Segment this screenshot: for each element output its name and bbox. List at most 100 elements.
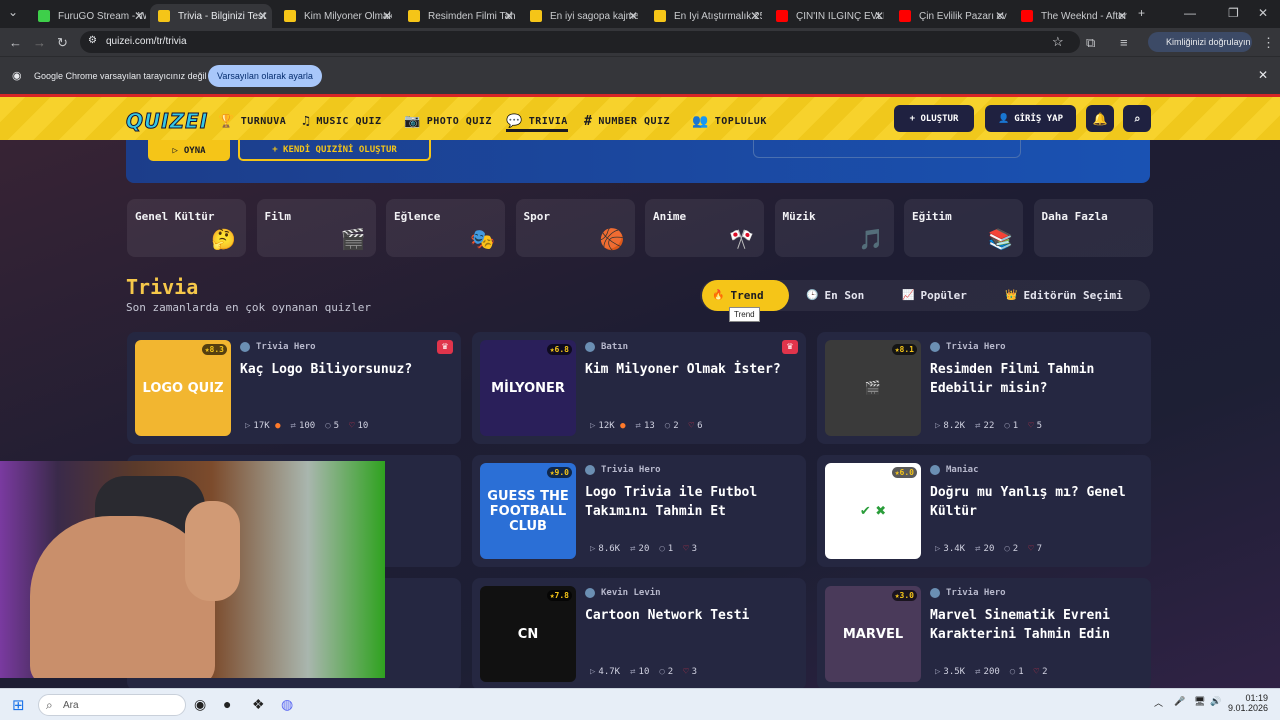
quiz-title[interactable]: Logo Trivia ile Futbol Takımını Tahmin E…	[585, 483, 795, 521]
quiz-author[interactable]: Trivia Hero	[585, 465, 661, 475]
notifications-bell-icon[interactable]: 🔔	[1086, 105, 1114, 132]
browser-tab[interactable]: En İyi Atıştırmalık 25 ✕	[646, 4, 764, 28]
quiz-title[interactable]: Kim Milyoner Olmak İster?	[585, 360, 795, 379]
reading-list-icon[interactable]: ≡	[1120, 35, 1128, 50]
thumbnail-text: MARVEL	[842, 626, 904, 642]
close-window-button[interactable]: ✕	[1258, 6, 1268, 20]
category-card[interactable]: Eğitim 📚	[904, 199, 1023, 257]
quiz-author[interactable]: Maniac	[930, 465, 979, 475]
profile-button[interactable]: Kimliğinizi doğrulayın	[1148, 32, 1252, 52]
create-button[interactable]: + OLUŞTUR	[894, 105, 974, 132]
quiz-author[interactable]: Batın	[585, 342, 628, 352]
category-card[interactable]: Film 🎬	[256, 199, 376, 257]
nav-item-number-quiz[interactable]: # NUMBER QUIZ	[584, 114, 670, 129]
new-tab-button[interactable]: +	[1138, 6, 1145, 20]
filter-popüler[interactable]: 📈 Popüler	[902, 280, 967, 311]
browser-tab[interactable]: The Weeknd - After I ✕	[1013, 4, 1131, 28]
tab-close-icon[interactable]: ✕	[504, 9, 514, 23]
nav-item-photo-quiz[interactable]: 📷 PHOTO QUIZ	[404, 114, 492, 129]
browser-tab[interactable]: Resimden Filmi Tahm ✕	[400, 4, 518, 28]
quiz-title[interactable]: Doğru mu Yanlış mı? Genel Kültür	[930, 483, 1140, 521]
browser-menu-icon[interactable]: ⋮	[1262, 35, 1275, 51]
likes-value: 6	[697, 421, 703, 431]
login-button[interactable]: 👤 GİRİŞ YAP	[985, 105, 1076, 132]
tab-close-icon[interactable]: ✕	[995, 9, 1005, 23]
windows-start-icon[interactable]: ⊞	[12, 696, 25, 714]
quiz-card[interactable]: 🎬 ★8.1 Trivia Hero Resimden Filmi Tahmin Ed…	[817, 332, 1151, 444]
extensions-icon[interactable]: ⧉	[1086, 35, 1095, 51]
filter-en-son[interactable]: 🕒 En Son	[806, 280, 864, 311]
filter-editörün-seçimi[interactable]: 👑 Editörün Seçimi	[1005, 280, 1123, 311]
tray-chevron-icon[interactable]: ︿	[1154, 696, 1163, 709]
browser-tab[interactable]: Trivia - Bilginizi Test E ✕	[150, 4, 272, 28]
author-name: Maniac	[946, 465, 979, 475]
tab-close-icon[interactable]: ✕	[874, 9, 884, 23]
hero-search-box[interactable]	[753, 140, 1021, 158]
nav-item-trivia[interactable]: 💬 TRIVIA	[506, 114, 568, 132]
quiz-title[interactable]: Marvel Sinematik Evreni Karakterini Tahm…	[930, 606, 1140, 644]
play-button[interactable]: ▷ OYNA	[148, 140, 230, 161]
tab-favicon-icon	[899, 10, 911, 22]
quiz-card[interactable]: CN ★7.8 Kevin Levin Cartoon Network Testi ▷ 4…	[472, 578, 806, 688]
bookmark-star-icon[interactable]: ☆	[1052, 34, 1064, 50]
microphone-icon[interactable]: 🎤	[1174, 696, 1185, 707]
tab-close-icon[interactable]: ✕	[382, 9, 392, 23]
discord-taskbar-icon[interactable]: ◍	[281, 696, 293, 713]
tab-close-icon[interactable]: ✕	[750, 9, 760, 23]
quiz-card[interactable]: LOGO QUIZ ★8.3 Trivia Hero Kaç Logo Biliyor…	[127, 332, 461, 444]
tab-search-icon[interactable]: ⌄	[8, 5, 18, 19]
network-icon[interactable]: 🖥	[1194, 696, 1205, 707]
app-taskbar-icon[interactable]: ●	[223, 696, 231, 712]
browser-tab[interactable]: Çin Evlilik Pazarı cv | ✕	[891, 4, 1009, 28]
browser-tab[interactable]: En iyi sagopa kajmer ✕	[522, 4, 642, 28]
reload-icon[interactable]: ↻	[57, 35, 68, 51]
category-card[interactable]: Genel Kültür 🤔	[127, 199, 246, 257]
back-icon[interactable]: ←	[9, 35, 22, 50]
quiz-author[interactable]: Trivia Hero	[930, 588, 1006, 598]
site-info-icon[interactable]: ⚙	[88, 35, 97, 46]
tab-close-icon[interactable]: ✕	[628, 9, 638, 23]
volume-icon[interactable]: 🔊	[1210, 696, 1221, 707]
tab-close-icon[interactable]: ✕	[258, 9, 268, 23]
set-default-button[interactable]: Varsayılan olarak ayarla	[208, 65, 322, 87]
search-icon[interactable]: ⌕	[1123, 105, 1151, 132]
clock[interactable]: 01:19 9.01.2026	[1228, 693, 1268, 713]
chrome-taskbar-icon[interactable]: ◉	[194, 696, 206, 713]
thumbnail-text: 🎬	[864, 380, 882, 396]
create-quiz-button[interactable]: + KENDİ QUIZİNİ OLUŞTUR	[238, 140, 431, 161]
forward-icon[interactable]: →	[33, 35, 46, 50]
quiz-title[interactable]: Cartoon Network Testi	[585, 606, 795, 625]
browser-tab[interactable]: ÇİN'İN İLGİNÇ EVLİLİ✕	[768, 4, 888, 28]
quiz-title[interactable]: Kaç Logo Biliyorsunuz?	[240, 360, 450, 379]
category-card[interactable]: Müzik 🎵	[774, 199, 894, 257]
quiz-card[interactable]: MARVEL ★3.0 Trivia Hero Marvel Sinematik Ev…	[817, 578, 1151, 688]
maximize-button[interactable]: ❐	[1228, 6, 1239, 20]
nav-item-music-quiz[interactable]: ♫ MUSIC QUIZ	[302, 114, 382, 129]
quiz-author[interactable]: Kevin Levin	[585, 588, 661, 598]
tab-close-icon[interactable]: ✕	[134, 9, 144, 23]
tab-close-icon[interactable]: ✕	[1117, 9, 1127, 23]
quiz-card[interactable]: ✔ ✖ ★6.0 Maniac Doğru mu Yanlış mı? Genel K…	[817, 455, 1151, 567]
taskbar-search-input[interactable]: ⌕ Ara	[38, 694, 186, 716]
browser-tab[interactable]: Kim Milyoner Olmak ✕	[276, 4, 396, 28]
nav-item-topluluk[interactable]: 👥 TOPLULUK	[692, 114, 767, 129]
site-logo[interactable]: QUIZEI	[125, 109, 208, 134]
quiz-card[interactable]: GUESS THE FOOTBALL CLUB ★9.0 Trivia Hero Lo…	[472, 455, 806, 567]
category-card[interactable]: Spor 🏀	[515, 199, 635, 257]
category-card[interactable]: Anime 🎌	[645, 199, 764, 257]
quiz-thumbnail: MİLYONER ★6.8	[480, 340, 576, 436]
category-card[interactable]: Daha Fazla	[1033, 199, 1153, 257]
quiz-author[interactable]: Trivia Hero	[240, 342, 316, 352]
address-bar[interactable]: ⚙ quizei.com/tr/trivia ☆	[80, 31, 1080, 53]
infobar-close-icon[interactable]: ✕	[1258, 68, 1268, 82]
quiz-title[interactable]: Resimden Filmi Tahmin Edebilir misin?	[930, 360, 1140, 398]
quiz-author[interactable]: Trivia Hero	[930, 342, 1006, 352]
browser-taskbar-icon[interactable]: ❖	[252, 696, 265, 713]
browser-tab[interactable]: FuruGO Stream - Wa ✕	[30, 4, 148, 28]
questions-stat: ⇄ 20	[630, 544, 649, 554]
minimize-button[interactable]: —	[1184, 6, 1196, 20]
quiz-card[interactable]: MİLYONER ★6.8 Batın Kim Milyoner Olmak İste…	[472, 332, 806, 444]
nav-item-turnuva[interactable]: 🏆 TURNUVA	[218, 114, 286, 129]
plays-value: 12K	[598, 421, 615, 431]
category-card[interactable]: Eğlence 🎭	[386, 199, 505, 257]
